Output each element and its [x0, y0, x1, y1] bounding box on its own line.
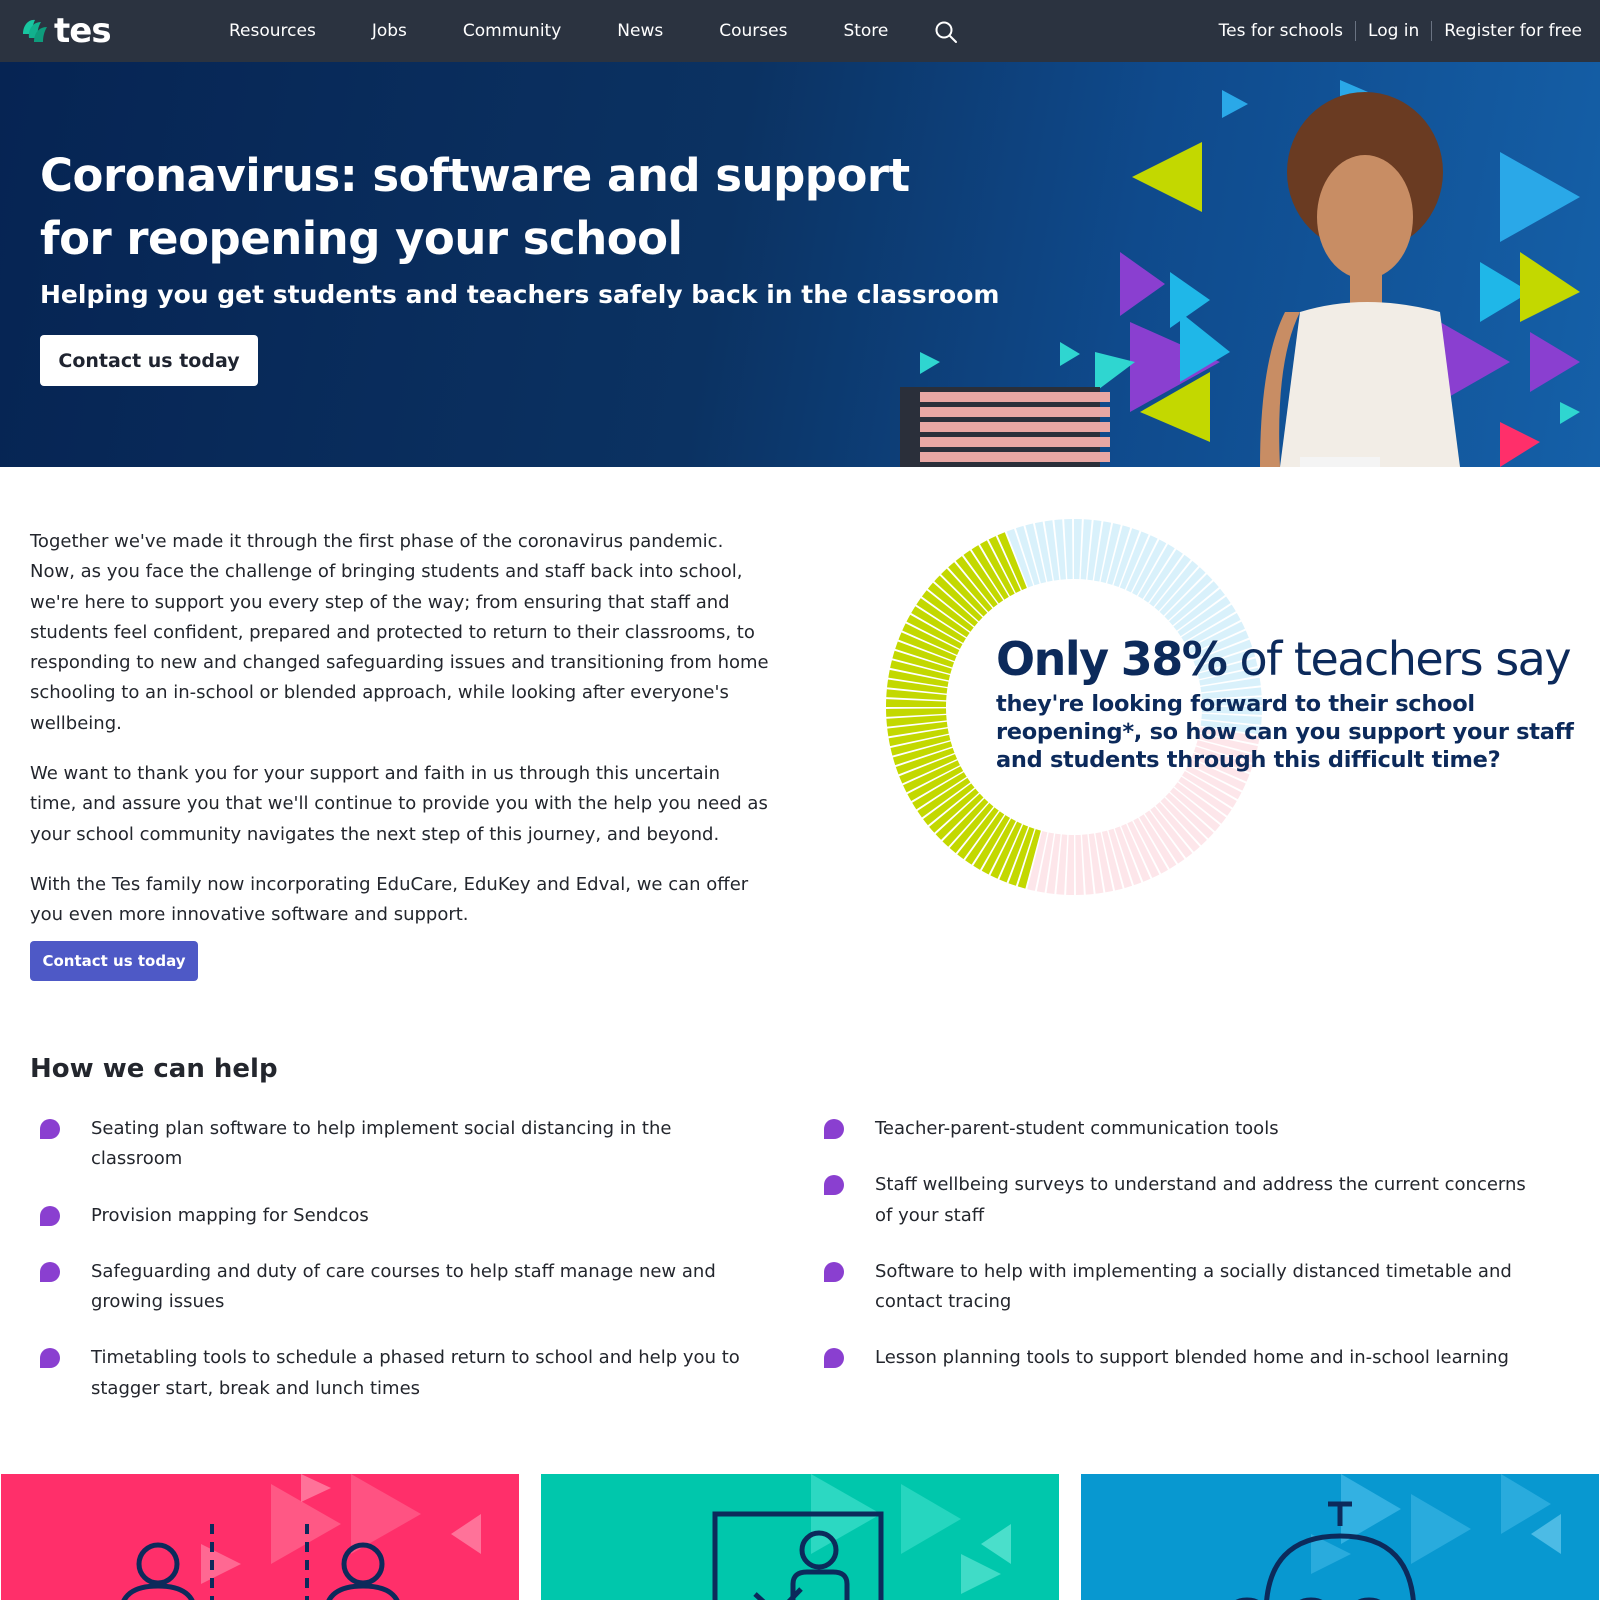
list-item: Provision mapping for Sendcos [40, 1201, 760, 1231]
speech-bubble-icon [40, 1205, 60, 1226]
speech-bubble-icon [40, 1261, 60, 1282]
hero-banner: Coronavirus: software and support for re… [0, 62, 1600, 467]
help-list-left: Seating plan software to help implement … [40, 1114, 760, 1430]
list-item: Safeguarding and duty of care courses to… [40, 1257, 760, 1318]
stat-headline: Only 38% of teachers say [996, 632, 1572, 686]
hero-subtitle: Helping you get students and teachers sa… [40, 280, 1000, 309]
login-link[interactable]: Log in [1368, 21, 1419, 41]
timer-icon [1235, 1474, 1561, 1600]
list-item: Staff wellbeing surveys to understand an… [824, 1170, 1544, 1231]
feature-card-distancing[interactable] [1, 1474, 519, 1600]
nav-courses[interactable]: Courses [719, 21, 787, 41]
donut-segment [1075, 834, 1084, 895]
tes-for-schools-link[interactable]: Tes for schools [1219, 21, 1343, 41]
top-navigation: tes Resources Jobs Community News Course… [0, 0, 1600, 62]
social-distancing-icon [121, 1474, 481, 1600]
search-button[interactable] [934, 20, 958, 44]
stat-rest: of teachers say [1239, 632, 1571, 686]
leaf-logo-icon [23, 19, 47, 42]
intro-paragraph: With the Tes family now incorporating Ed… [30, 873, 749, 926]
help-item-text: Provision mapping for Sendcos [91, 1204, 369, 1226]
list-item: Teacher-parent-student communication too… [824, 1114, 1544, 1144]
help-heading: How we can help [30, 1054, 278, 1084]
list-item: Timetabling tools to schedule a phased r… [40, 1343, 760, 1404]
speech-bubble-icon [40, 1348, 60, 1369]
feature-card-classroom[interactable] [541, 1474, 1059, 1600]
nav-resources[interactable]: Resources [229, 21, 316, 41]
stat-detail: they're looking forward to their school … [996, 691, 1574, 773]
list-item: Software to help with implementing a soc… [824, 1257, 1544, 1318]
intro-paragraph: We want to thank you for your support an… [30, 763, 768, 845]
hero-contact-button[interactable]: Contact us today [40, 335, 258, 386]
donut-segment [1066, 834, 1074, 895]
main-menu: Resources Jobs Community News Courses St… [229, 0, 944, 62]
donut-segment [886, 708, 947, 717]
help-item-text: Timetabling tools to schedule a phased r… [91, 1347, 740, 1399]
list-item: Lesson planning tools to support blended… [824, 1343, 1544, 1373]
hero-illustration [900, 80, 1580, 467]
logo-wordmark: tes [54, 11, 112, 51]
donut-segment [886, 699, 947, 707]
nav-news[interactable]: News [617, 21, 663, 41]
help-item-text: Lesson planning tools to support blended… [875, 1347, 1509, 1369]
intro-text: Together we've made it through the first… [30, 527, 770, 951]
search-icon [935, 21, 957, 43]
account-links: Tes for schools Log in Register for free [1219, 0, 1582, 62]
tes-logo[interactable]: tes [20, 11, 112, 51]
contact-us-button[interactable]: Contact us today [30, 941, 198, 981]
classroom-teacher-icon [712, 1474, 1011, 1600]
speech-bubble-icon [824, 1348, 844, 1369]
divider [1355, 21, 1357, 41]
stat-percent: 38% [1120, 632, 1228, 686]
stat-only: Only [996, 632, 1109, 686]
help-item-text: Teacher-parent-student communication too… [875, 1118, 1279, 1139]
nav-store[interactable]: Store [843, 21, 888, 41]
feature-card-timetable[interactable] [1081, 1474, 1599, 1600]
help-item-text: Software to help with implementing a soc… [875, 1260, 1512, 1313]
speech-bubble-icon [40, 1119, 60, 1139]
help-item-text: Seating plan software to help implement … [91, 1118, 672, 1170]
help-list-right: Teacher-parent-student communication too… [824, 1114, 1544, 1400]
donut-segment [1064, 519, 1073, 580]
nav-jobs[interactable]: Jobs [372, 21, 407, 41]
divider [1431, 21, 1433, 41]
speech-bubble-icon [824, 1175, 844, 1196]
nav-community[interactable]: Community [463, 21, 561, 41]
list-item: Seating plan software to help implement … [40, 1114, 760, 1175]
hero-title: Coronavirus: software and support for re… [40, 149, 910, 265]
help-item-text: Staff wellbeing surveys to understand an… [875, 1174, 1526, 1226]
register-link[interactable]: Register for free [1444, 21, 1582, 41]
intro-paragraph: Together we've made it through the first… [30, 531, 769, 734]
help-item-text: Safeguarding and duty of care courses to… [91, 1260, 716, 1313]
speech-bubble-icon [824, 1261, 844, 1282]
donut-segment [1074, 519, 1082, 580]
speech-bubble-icon [824, 1119, 844, 1139]
